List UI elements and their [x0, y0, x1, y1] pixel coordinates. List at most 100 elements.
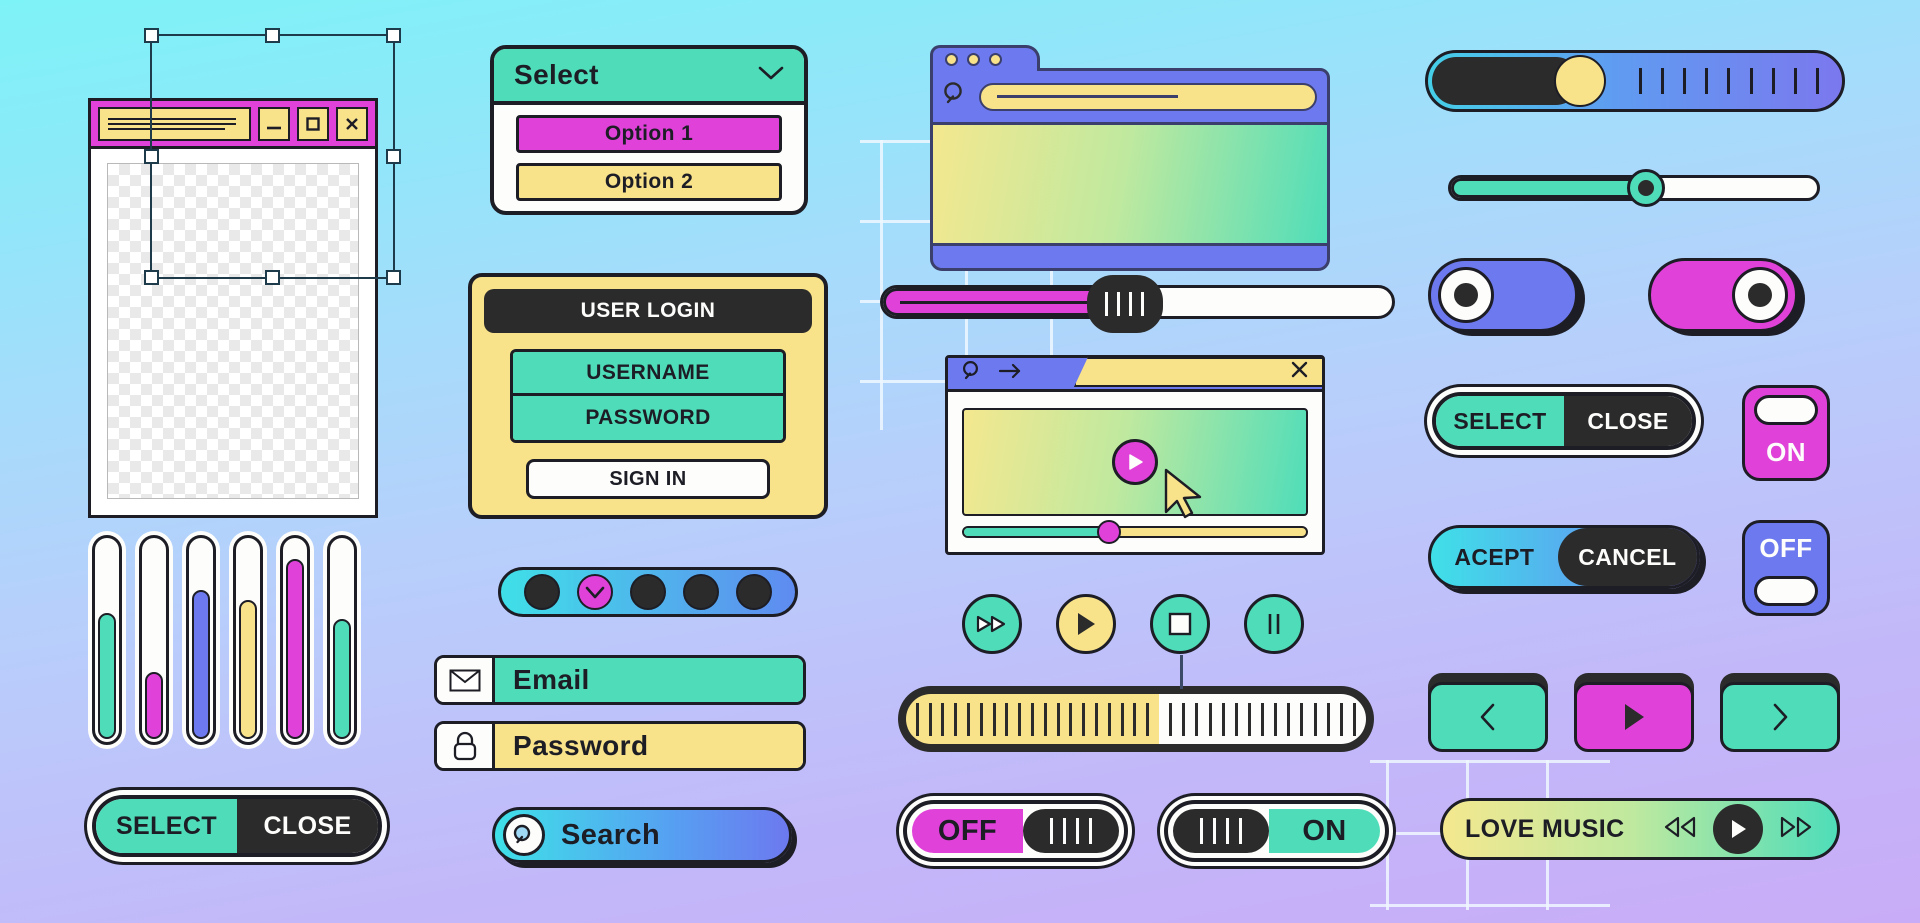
- music-player-bar[interactable]: LOVE MUSIC: [1440, 798, 1840, 860]
- video-player-window[interactable]: [945, 355, 1325, 555]
- switch-knob[interactable]: [1754, 395, 1818, 425]
- dot-pagination[interactable]: [498, 567, 798, 617]
- switch-knob[interactable]: [1754, 576, 1818, 606]
- folder-browser-window[interactable]: [930, 45, 1330, 271]
- play-button[interactable]: [1713, 804, 1763, 854]
- dropdown-option-1[interactable]: Option 1: [516, 115, 782, 153]
- password-field-row[interactable]: Password: [434, 721, 806, 771]
- off-toggle[interactable]: OFF: [903, 800, 1128, 862]
- led-dot: [967, 53, 980, 66]
- toggle-right-on[interactable]: [1648, 258, 1798, 332]
- striped-volume-bar[interactable]: [898, 686, 1374, 752]
- selection-handle[interactable]: [386, 270, 401, 285]
- on-switch[interactable]: ON: [1742, 385, 1830, 481]
- previous-button[interactable]: [1428, 682, 1548, 752]
- selection-handle[interactable]: [386, 149, 401, 164]
- slider-knob[interactable]: [1626, 169, 1665, 207]
- progress-tick: [1182, 702, 1186, 736]
- selection-handle[interactable]: [144, 270, 159, 285]
- select-dropdown[interactable]: Select Option 1 Option 2: [490, 45, 808, 215]
- window-tab[interactable]: [930, 45, 1040, 71]
- vertical-slider[interactable]: [92, 535, 122, 745]
- chevron-down-icon[interactable]: [758, 65, 784, 86]
- dropdown-option-2[interactable]: Option 2: [516, 163, 782, 201]
- pager-dot[interactable]: [736, 574, 773, 610]
- toggle-knob[interactable]: [1173, 809, 1269, 853]
- volume-marker: [1180, 655, 1183, 689]
- pager-dot[interactable]: [523, 574, 560, 610]
- play-button[interactable]: [1056, 594, 1116, 654]
- slider-tick: [1639, 68, 1643, 94]
- vertical-slider[interactable]: [280, 535, 310, 745]
- toggle-knob[interactable]: [1732, 267, 1788, 323]
- slider-tick: [1749, 68, 1753, 94]
- email-field-row[interactable]: Email: [434, 655, 806, 705]
- arrow-right-icon[interactable]: [998, 363, 1022, 384]
- selection-handle[interactable]: [144, 149, 159, 164]
- close-segment[interactable]: CLOSE: [1564, 396, 1692, 446]
- slider-knob[interactable]: [1554, 55, 1606, 107]
- teal-thin-slider[interactable]: [1448, 169, 1820, 207]
- select-segment[interactable]: SELECT: [1436, 396, 1564, 446]
- cancel-segment[interactable]: CANCEL: [1557, 528, 1697, 586]
- next-button[interactable]: [1720, 682, 1840, 752]
- sign-in-button[interactable]: SIGN IN: [526, 459, 770, 499]
- magenta-range-slider[interactable]: [880, 275, 1395, 333]
- video-progress-knob[interactable]: [1097, 520, 1122, 544]
- close-label: CLOSE: [1587, 407, 1669, 434]
- vertical-slider-fill: [333, 618, 351, 739]
- slider-tick: [1727, 68, 1731, 94]
- vertical-slider[interactable]: [186, 535, 216, 745]
- selection-handle[interactable]: [265, 28, 280, 43]
- fast-forward-button[interactable]: [962, 594, 1022, 654]
- pause-button[interactable]: [1244, 594, 1304, 654]
- video-viewport[interactable]: [962, 408, 1308, 519]
- toggle-knob[interactable]: [1023, 809, 1119, 853]
- vertical-slider[interactable]: [327, 535, 357, 745]
- vertical-slider-fill: [192, 590, 210, 739]
- play-button[interactable]: [1574, 682, 1694, 752]
- email-value-area[interactable]: Email: [495, 658, 803, 702]
- slider-grip-handle[interactable]: [1086, 275, 1163, 333]
- dropdown-header[interactable]: Select: [494, 49, 804, 105]
- toggle-knob[interactable]: [1438, 267, 1494, 323]
- stop-button[interactable]: [1150, 594, 1210, 654]
- video-progress-track[interactable]: [962, 520, 1308, 544]
- select-close-toggle-right[interactable]: SELECT CLOSE: [1432, 392, 1696, 450]
- select-close-toggle-bottom-left[interactable]: SELECT CLOSE: [92, 795, 382, 857]
- rewind-icon[interactable]: [1661, 816, 1699, 843]
- search-icon[interactable]: [503, 814, 545, 856]
- username-field[interactable]: USERNAME: [513, 352, 783, 396]
- close-segment[interactable]: CLOSE: [237, 799, 378, 853]
- password-value-area[interactable]: Password: [495, 724, 803, 768]
- vertical-slider-fill: [286, 559, 304, 739]
- selection-handle[interactable]: [144, 28, 159, 43]
- folder-content-area[interactable]: [930, 125, 1330, 243]
- fast-forward-icon[interactable]: [1777, 816, 1815, 843]
- selection-handle[interactable]: [265, 270, 280, 285]
- search-icon[interactable]: [962, 360, 982, 387]
- progress-tick: [1082, 702, 1086, 736]
- off-switch[interactable]: OFF: [1742, 520, 1830, 616]
- accept-segment[interactable]: ACEPT: [1431, 544, 1558, 571]
- search-bar[interactable]: Search: [492, 807, 792, 863]
- accept-cancel-toggle[interactable]: ACEPT CANCEL: [1428, 525, 1700, 589]
- user-login-card[interactable]: USER LOGIN USERNAME PASSWORD SIGN IN: [468, 273, 828, 519]
- toggle-left-off[interactable]: [1428, 258, 1578, 332]
- select-segment[interactable]: SELECT: [96, 799, 237, 853]
- address-input[interactable]: [979, 82, 1317, 111]
- video-tab[interactable]: [1074, 357, 1322, 387]
- pager-dot-active[interactable]: [576, 574, 613, 610]
- gradient-knob-slider[interactable]: [1425, 50, 1845, 112]
- search-icon[interactable]: [943, 81, 967, 112]
- on-toggle[interactable]: ON: [1164, 800, 1389, 862]
- vertical-slider[interactable]: [233, 535, 263, 745]
- play-icon[interactable]: [1112, 439, 1158, 485]
- password-field[interactable]: PASSWORD: [513, 396, 783, 440]
- pager-dot[interactable]: [629, 574, 666, 610]
- selection-handle[interactable]: [386, 28, 401, 43]
- selection-bounding-box[interactable]: [144, 28, 401, 285]
- close-icon[interactable]: [1291, 361, 1308, 383]
- vertical-slider[interactable]: [139, 535, 169, 745]
- pager-dot[interactable]: [683, 574, 720, 610]
